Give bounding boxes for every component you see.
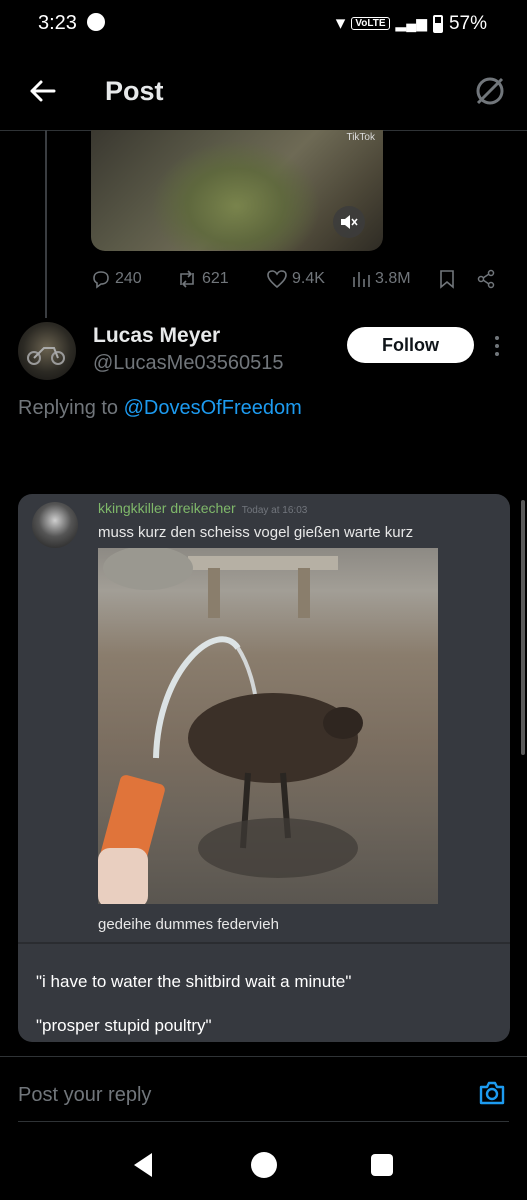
divider	[18, 1121, 509, 1122]
thread-connector	[45, 130, 47, 318]
avatar[interactable]	[18, 322, 76, 380]
volte-badge: VoLTE	[351, 17, 390, 30]
messenger-icon	[86, 13, 105, 31]
translation-line-2: "prosper stupid poultry"	[36, 1016, 212, 1035]
post-action-bar: 240 621 9.4K 3.8M	[91, 262, 511, 296]
author-name[interactable]: Lucas Meyer	[93, 324, 220, 348]
mute-icon[interactable]	[333, 206, 365, 238]
motorcycle-image	[27, 347, 65, 365]
discord-avatar	[32, 502, 78, 548]
like-count: 9.4K	[292, 270, 325, 287]
like-icon	[267, 270, 287, 289]
back-arrow-icon[interactable]	[28, 76, 56, 106]
views-action[interactable]: 3.8M	[351, 269, 411, 289]
reply-action[interactable]: 240	[91, 269, 142, 289]
signal-icon: ▂▄▆	[395, 15, 427, 31]
wifi-icon: ▾	[335, 13, 346, 34]
translation-line-1: "i have to water the shitbird wait a min…	[36, 972, 352, 991]
repost-icon	[180, 270, 194, 288]
battery-level: 57%	[448, 12, 487, 34]
status-indicators: ▾ VoLTE ▂▄▆ 57%	[336, 12, 487, 35]
more-icon[interactable]	[490, 334, 504, 358]
discord-timestamp: Today at 16:03	[241, 505, 308, 516]
divider	[18, 942, 510, 944]
emu-photo	[98, 548, 438, 904]
repost-action[interactable]: 621	[176, 269, 229, 289]
video-frame	[151, 140, 321, 250]
parent-post-video[interactable]: TikTok	[91, 130, 383, 251]
top-app-bar	[0, 58, 527, 131]
repost-count: 621	[202, 270, 229, 287]
replying-to: Replying to @DovesOfFreedom	[18, 397, 302, 419]
battery-icon	[432, 14, 443, 33]
grok-icon[interactable]	[473, 74, 507, 108]
like-action[interactable]: 9.4K	[266, 269, 325, 289]
nav-back-icon[interactable]	[130, 1151, 156, 1179]
camera-icon[interactable]	[477, 1078, 507, 1108]
follow-button[interactable]: Follow	[347, 327, 474, 363]
mention-link[interactable]: @DovesOfFreedom	[124, 397, 302, 419]
reply-input[interactable]	[18, 1080, 458, 1110]
tiktok-watermark: TikTok	[346, 132, 375, 143]
reply-count: 240	[115, 270, 142, 287]
post-image[interactable]: kkingkkiller dreikecher Today at 16:03 mu…	[18, 494, 510, 1042]
discord-message: muss kurz den scheiss vogel gießen warte…	[98, 524, 414, 541]
status-time: 3:23	[38, 12, 105, 35]
divider	[0, 1056, 527, 1057]
page-title: Post	[105, 76, 164, 106]
views-count: 3.8M	[375, 270, 411, 287]
nav-recents-icon[interactable]	[371, 1154, 393, 1176]
reply-icon	[93, 271, 109, 289]
share-icon[interactable]	[476, 269, 496, 289]
views-icon	[353, 272, 370, 287]
discord-caption: gedeihe dummes federvieh	[98, 916, 279, 933]
discord-username: kkingkkiller dreikecher Today at 16:03	[98, 500, 308, 516]
bookmark-icon[interactable]	[438, 269, 456, 289]
scrollbar[interactable]	[521, 500, 525, 755]
author-handle[interactable]: @LucasMe03560515	[93, 352, 283, 375]
nav-home-icon[interactable]	[251, 1152, 277, 1178]
